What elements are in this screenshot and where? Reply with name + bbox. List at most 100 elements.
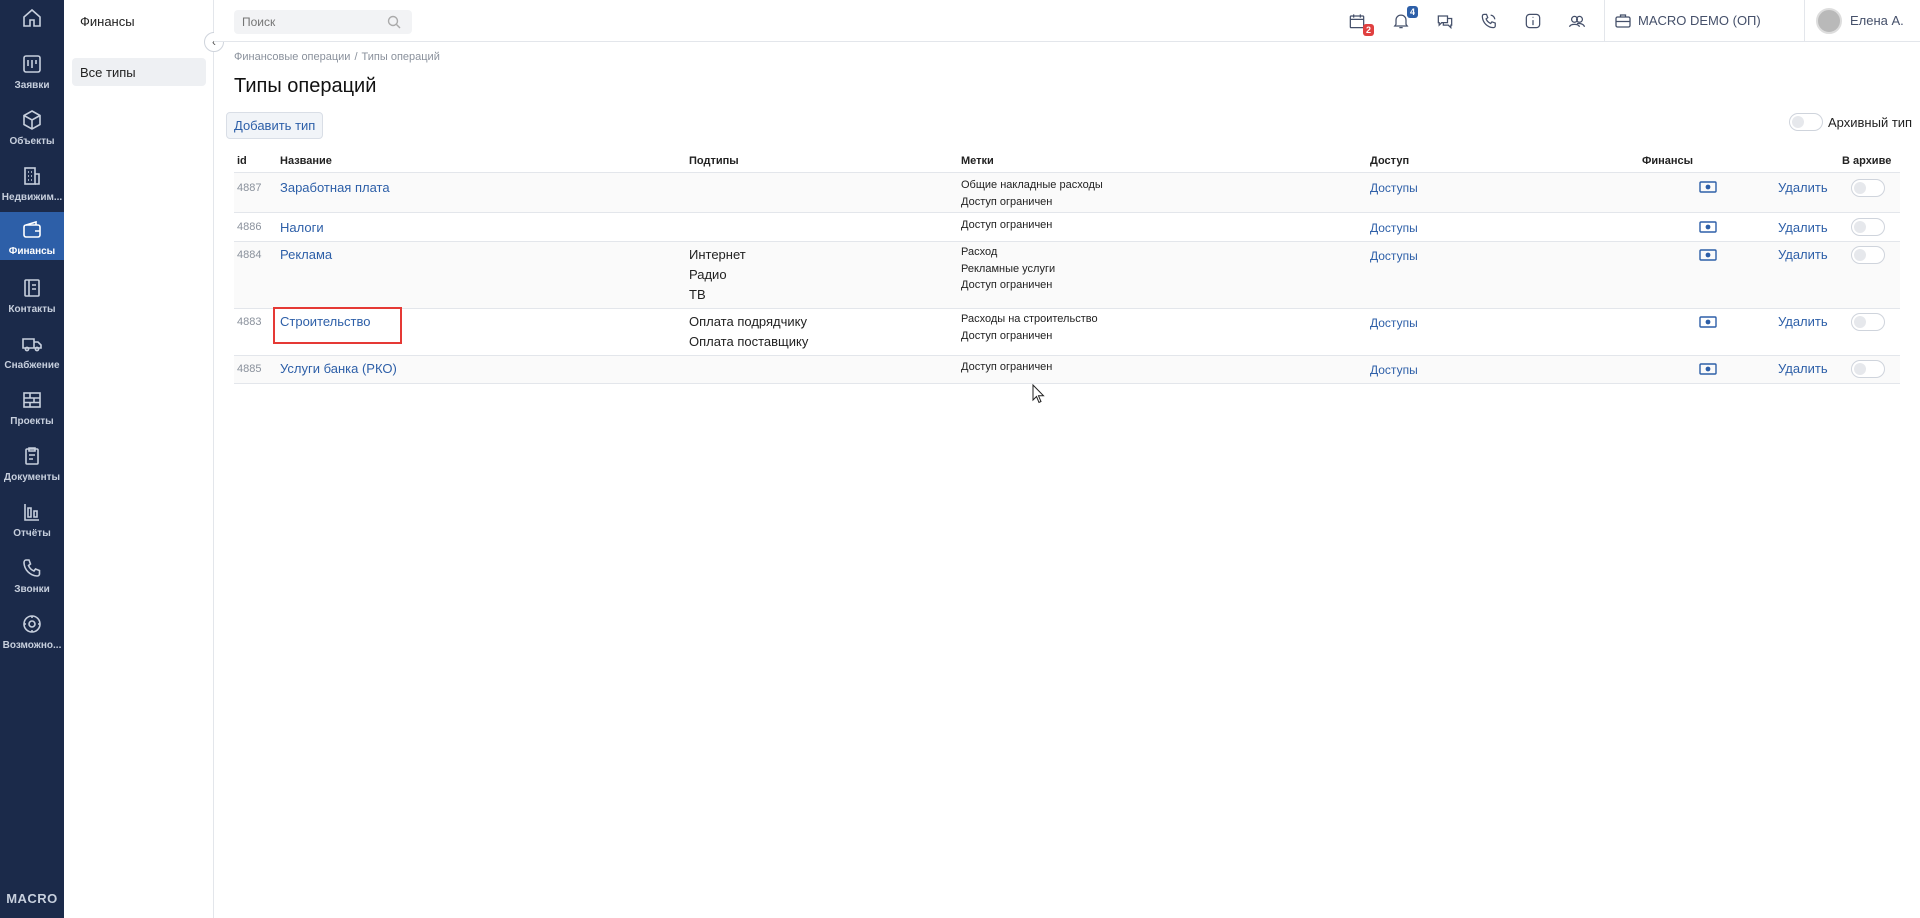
truck-icon bbox=[22, 338, 42, 352]
access-link[interactable]: Доступы bbox=[1370, 249, 1418, 263]
company-switcher[interactable]: MACRO DEMO (ОП) bbox=[1638, 13, 1761, 28]
rail-item-calls[interactable]: Звонки bbox=[0, 550, 64, 604]
money-icon[interactable] bbox=[1699, 315, 1717, 329]
column-header-tags: Метки bbox=[961, 155, 994, 167]
rail-item-label: Отчёты bbox=[13, 528, 51, 539]
access-link[interactable]: Доступы bbox=[1370, 221, 1418, 235]
table-row: 4886 Налоги Доступ ограничен Доступы Уда… bbox=[234, 213, 1900, 242]
column-header-finance: Финансы bbox=[1642, 155, 1694, 167]
row-id: 4884 bbox=[237, 249, 262, 261]
rail-item-label: Заявки bbox=[14, 80, 50, 91]
subtype: Оплата подрядчику bbox=[689, 314, 807, 329]
archive-toggle[interactable] bbox=[1851, 360, 1885, 378]
archive-toggle[interactable] bbox=[1851, 218, 1885, 236]
rail-item-label: Объекты bbox=[9, 136, 55, 147]
row-tags: Расходы на строительство Доступ ограниче… bbox=[961, 311, 1098, 344]
notifications-button[interactable]: 4 bbox=[1390, 6, 1418, 32]
row-name-link[interactable]: Реклама bbox=[280, 247, 332, 262]
tag: Рекламные услуги bbox=[961, 262, 1056, 275]
tag: Расходы на строительство bbox=[961, 313, 1098, 325]
breadcrumb: Финансовые операции / Типы операций bbox=[234, 51, 440, 63]
avatar[interactable] bbox=[1816, 8, 1842, 34]
delete-link[interactable]: Удалить bbox=[1778, 314, 1828, 329]
tag: Общие накладные расходы bbox=[961, 179, 1103, 191]
money-icon[interactable] bbox=[1699, 180, 1717, 194]
search-icon[interactable] bbox=[386, 14, 402, 30]
rail-item-supply[interactable]: Снабжение bbox=[0, 326, 64, 380]
archive-toggle[interactable] bbox=[1851, 179, 1885, 197]
archive-toggle[interactable] bbox=[1851, 246, 1885, 264]
delete-link[interactable]: Удалить bbox=[1778, 361, 1828, 376]
column-header-name[interactable]: Название bbox=[280, 155, 332, 167]
topbar-divider bbox=[1804, 0, 1805, 42]
delete-link[interactable]: Удалить bbox=[1778, 180, 1828, 195]
row-name-link[interactable]: Налоги bbox=[280, 220, 324, 235]
tag: Доступ ограничен bbox=[961, 329, 1053, 342]
breadcrumb-link-finance-operations[interactable]: Финансовые операции bbox=[234, 51, 350, 63]
mouse-cursor-icon bbox=[1032, 384, 1045, 404]
row-name-link[interactable]: Заработная плата bbox=[280, 180, 390, 195]
rail-item-requests[interactable]: Заявки bbox=[0, 46, 64, 100]
tag: Доступ ограничен bbox=[961, 195, 1053, 208]
money-icon[interactable] bbox=[1699, 248, 1717, 262]
subtype: Радио bbox=[689, 267, 727, 282]
rail-item-projects[interactable]: Проекты bbox=[0, 382, 64, 436]
home-icon bbox=[23, 8, 41, 27]
rail-item-contacts[interactable]: Контакты bbox=[0, 270, 64, 324]
subtype: ТВ bbox=[689, 287, 706, 302]
rail-item-finance[interactable]: Финансы bbox=[0, 212, 64, 260]
info-button[interactable] bbox=[1522, 10, 1544, 32]
row-tags: Общие накладные расходы Доступ ограничен bbox=[961, 177, 1103, 210]
column-header-id: id bbox=[237, 155, 247, 167]
users-button[interactable] bbox=[1566, 10, 1588, 32]
calendar-button[interactable]: 2 bbox=[1346, 10, 1374, 36]
subnav-item-all-types[interactable]: Все типы bbox=[72, 58, 206, 86]
cube-icon bbox=[23, 110, 41, 130]
delete-link[interactable]: Удалить bbox=[1778, 247, 1828, 262]
row-name-link[interactable]: Услуги банка (РКО) bbox=[280, 361, 397, 376]
chat-button[interactable] bbox=[1434, 10, 1456, 32]
main-rail: Заявки Объекты Недвижим... Финансы Конта… bbox=[0, 0, 64, 918]
access-link[interactable]: Доступы bbox=[1370, 363, 1418, 377]
delete-link[interactable]: Удалить bbox=[1778, 220, 1828, 235]
rail-item-reports[interactable]: Отчёты bbox=[0, 494, 64, 548]
archive-type-toggle[interactable] bbox=[1789, 113, 1823, 131]
phone-button[interactable] bbox=[1478, 10, 1500, 32]
row-id: 4887 bbox=[237, 182, 262, 194]
chat-icon bbox=[1437, 15, 1453, 30]
briefcase-icon bbox=[1615, 14, 1631, 28]
clipboard-icon bbox=[25, 447, 39, 465]
info-icon bbox=[1525, 13, 1541, 29]
row-id: 4883 bbox=[237, 316, 262, 328]
kanban-icon bbox=[23, 55, 41, 73]
money-icon[interactable] bbox=[1699, 220, 1717, 234]
rail-item-objects[interactable]: Объекты bbox=[0, 102, 64, 156]
access-link[interactable]: Доступы bbox=[1370, 316, 1418, 330]
subnav-title: Финансы bbox=[80, 14, 135, 29]
user-name[interactable]: Елена А. bbox=[1850, 13, 1904, 28]
rail-item-features[interactable]: Возможно... bbox=[0, 606, 64, 660]
table-row: 4883 Строительство Оплата подрядчику Опл… bbox=[234, 309, 1900, 356]
row-name-link[interactable]: Строительство bbox=[280, 314, 370, 329]
row-tags: Расход Рекламные услуги Доступ ограничен bbox=[961, 244, 1055, 294]
rail-item-label: Документы bbox=[3, 472, 61, 483]
rail-item-label: Контакты bbox=[8, 304, 56, 315]
topbar-divider bbox=[1604, 0, 1605, 42]
row-tags: Доступ ограничен bbox=[961, 217, 1052, 234]
archive-toggle[interactable] bbox=[1851, 313, 1885, 331]
add-type-button[interactable]: Добавить тип bbox=[226, 112, 324, 139]
row-id: 4885 bbox=[237, 363, 262, 375]
subtype: Интернет bbox=[689, 247, 746, 262]
table-row: 4884 Реклама Интернет Радио ТВ Расход Ре… bbox=[234, 242, 1900, 309]
access-link[interactable]: Доступы bbox=[1370, 181, 1418, 195]
rail-item-realestate[interactable]: Недвижим... bbox=[0, 158, 64, 212]
rail-item-label: Недвижим... bbox=[1, 192, 63, 203]
rail-item-label: Возможно... bbox=[2, 640, 62, 651]
rail-item-documents[interactable]: Документы bbox=[0, 438, 64, 492]
rail-item-label: Снабжение bbox=[4, 360, 60, 371]
building-icon bbox=[24, 167, 40, 185]
phone-call-icon bbox=[1481, 13, 1496, 29]
money-icon[interactable] bbox=[1699, 362, 1717, 376]
bar-chart-icon bbox=[24, 504, 39, 521]
page-title: Типы операций bbox=[234, 75, 377, 97]
